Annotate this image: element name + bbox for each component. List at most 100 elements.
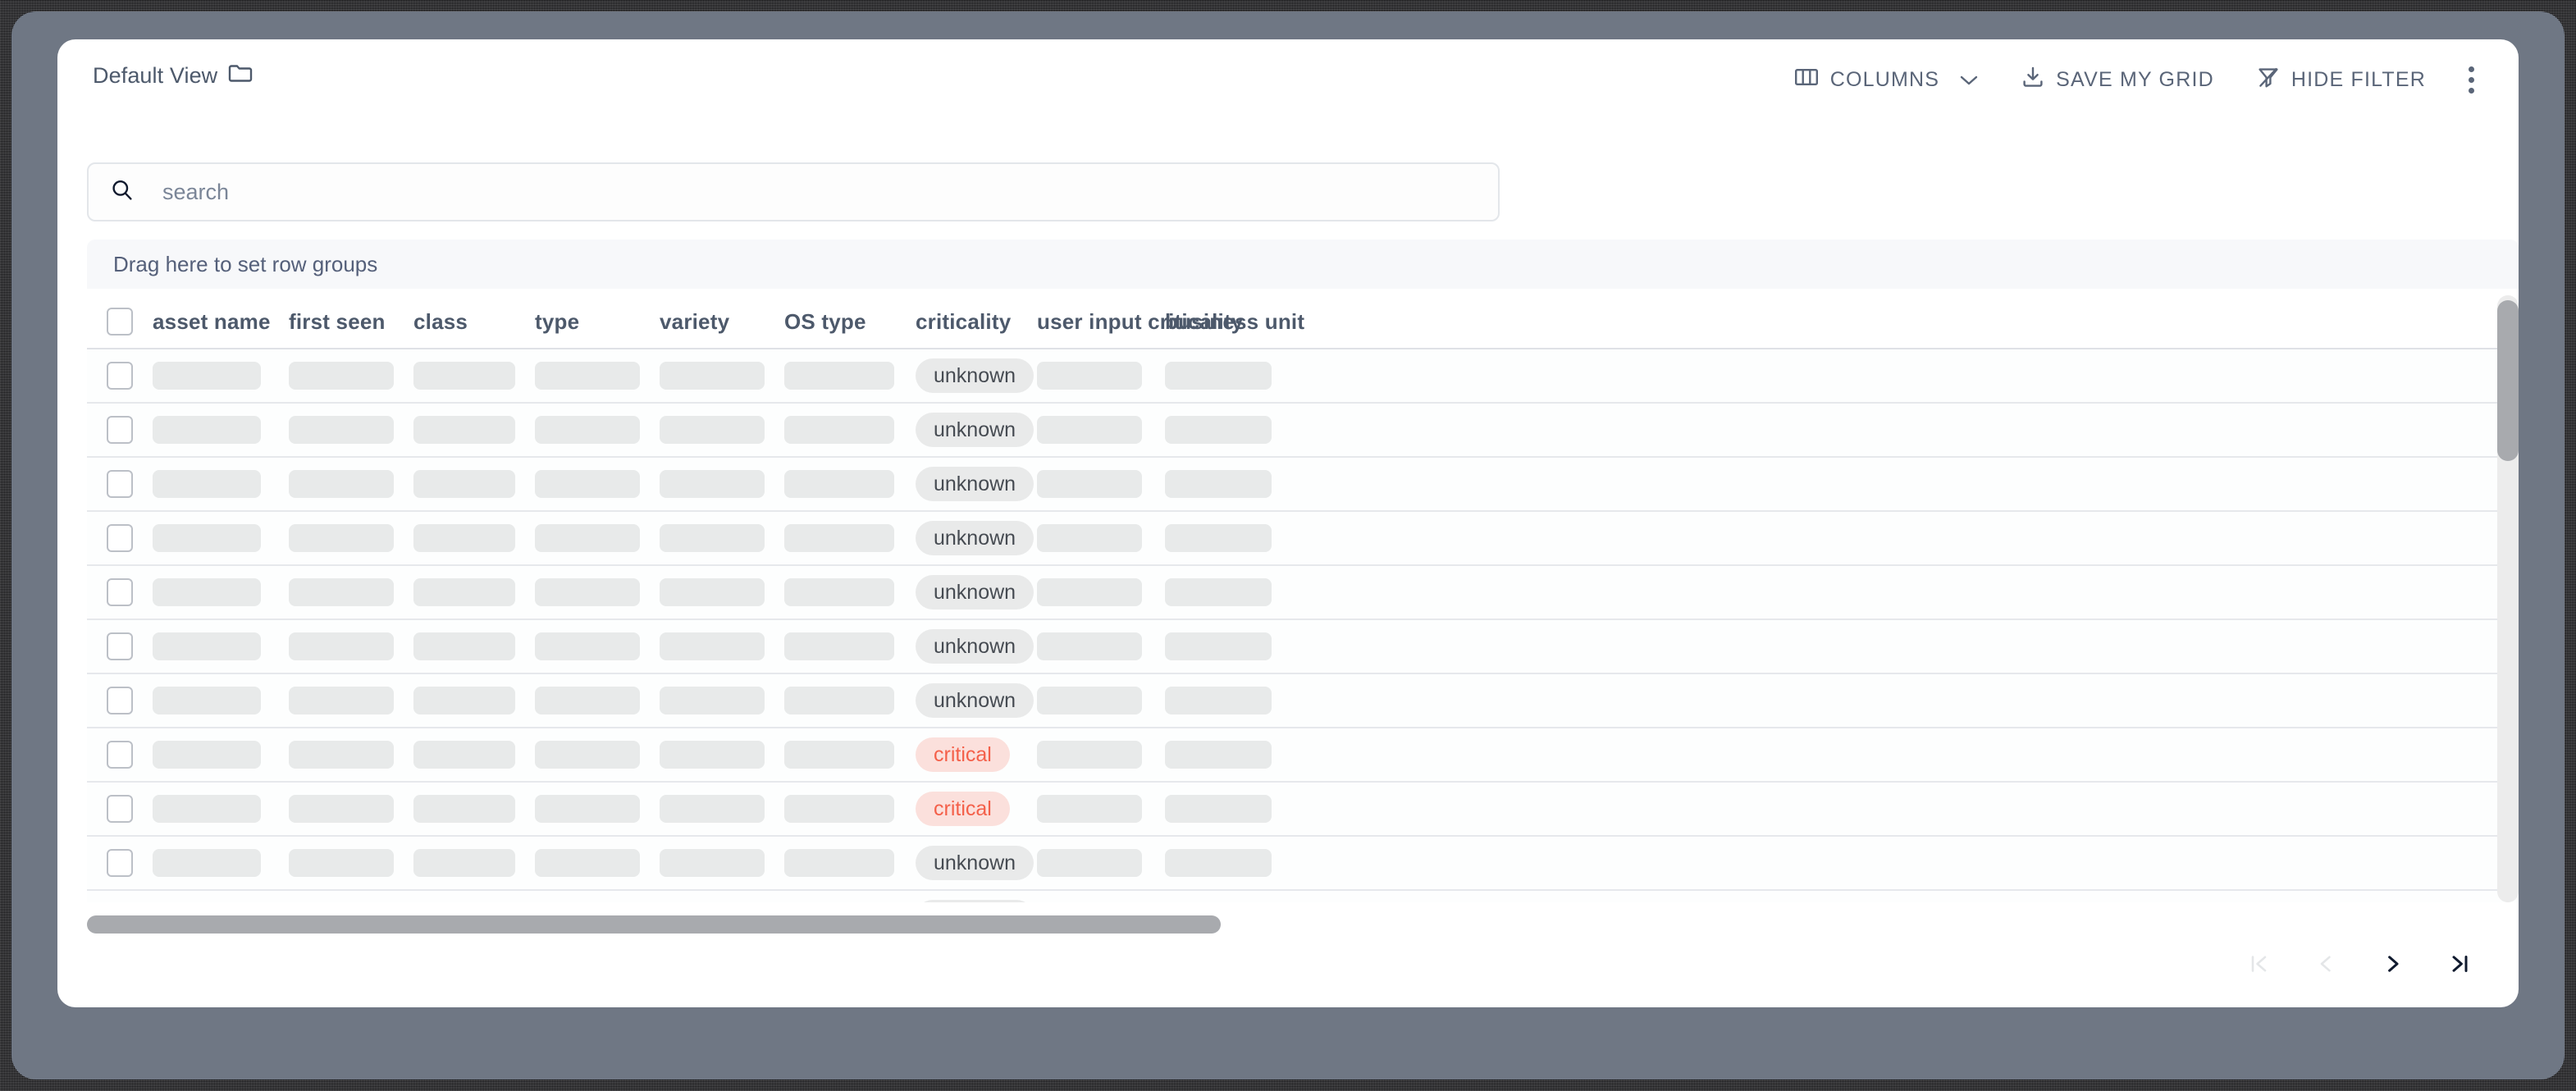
row-select-checkbox[interactable] bbox=[107, 687, 133, 714]
skeleton-placeholder bbox=[289, 632, 394, 660]
skeleton-placeholder bbox=[153, 687, 261, 714]
skeleton-placeholder bbox=[153, 795, 261, 823]
next-page-button[interactable] bbox=[2377, 948, 2409, 979]
cell-select[interactable] bbox=[87, 578, 153, 606]
cell-variety bbox=[660, 687, 784, 714]
column-header-variety[interactable]: variety bbox=[660, 309, 784, 335]
hide-filter-label: HIDE FILTER bbox=[2291, 68, 2426, 91]
cell-type bbox=[535, 362, 660, 390]
column-header-ostype[interactable]: OS type bbox=[784, 309, 916, 335]
pagination-controls bbox=[2243, 948, 2476, 979]
column-header-first[interactable]: first seen bbox=[289, 309, 413, 335]
row-select-checkbox[interactable] bbox=[107, 741, 133, 769]
horizontal-scrollbar-thumb[interactable] bbox=[87, 915, 1221, 934]
cell-select[interactable] bbox=[87, 849, 153, 877]
skeleton-placeholder bbox=[660, 362, 765, 390]
skeleton-placeholder bbox=[289, 687, 394, 714]
cell-variety bbox=[660, 470, 784, 498]
skeleton-placeholder bbox=[1037, 578, 1142, 606]
search-input[interactable] bbox=[162, 164, 1477, 220]
grid-toolbar: Default View COLUMNS SAVE MY GRID HIDE F… bbox=[57, 39, 2519, 115]
column-header-uic[interactable]: user input criticality bbox=[1037, 309, 1243, 335]
table-row[interactable]: unknown bbox=[87, 837, 2519, 891]
cell-uic bbox=[1037, 470, 1165, 498]
table-row[interactable]: unknown bbox=[87, 891, 2519, 902]
cell-select[interactable] bbox=[87, 632, 153, 660]
vertical-scrollbar-thumb[interactable] bbox=[2497, 300, 2519, 461]
cell-class bbox=[413, 362, 535, 390]
skeleton-placeholder bbox=[153, 632, 261, 660]
cell-select[interactable] bbox=[87, 741, 153, 769]
skeleton-placeholder bbox=[660, 849, 765, 877]
skeleton-placeholder bbox=[535, 687, 640, 714]
cell-variety bbox=[660, 795, 784, 823]
row-select-checkbox[interactable] bbox=[107, 416, 133, 444]
skeleton-placeholder bbox=[413, 632, 515, 660]
column-header-asset[interactable]: asset name bbox=[153, 309, 289, 335]
cell-ostype bbox=[784, 362, 916, 390]
cell-select[interactable] bbox=[87, 470, 153, 498]
cell-select[interactable] bbox=[87, 416, 153, 444]
table-row[interactable]: unknown bbox=[87, 674, 2519, 728]
kebab-menu-icon[interactable] bbox=[2447, 60, 2487, 100]
table-row[interactable]: unknown bbox=[87, 566, 2519, 620]
skeleton-placeholder bbox=[784, 632, 894, 660]
skeleton-placeholder bbox=[535, 578, 640, 606]
table-row[interactable]: critical bbox=[87, 783, 2519, 837]
cell-asset bbox=[153, 524, 289, 552]
cell-asset bbox=[153, 632, 289, 660]
first-page-button[interactable] bbox=[2243, 948, 2274, 979]
row-select-checkbox[interactable] bbox=[107, 795, 133, 823]
cell-select[interactable] bbox=[87, 687, 153, 714]
search-box[interactable] bbox=[87, 162, 1500, 221]
criticality-badge: critical bbox=[916, 737, 1010, 772]
table-row[interactable]: unknown bbox=[87, 620, 2519, 674]
column-header-bu[interactable]: business unit bbox=[1165, 309, 1304, 335]
criticality-badge: unknown bbox=[916, 629, 1035, 664]
row-select-checkbox[interactable] bbox=[107, 849, 133, 877]
cell-crit: unknown bbox=[916, 467, 1037, 501]
cell-bu bbox=[1165, 578, 1296, 606]
columns-button[interactable]: COLUMNS bbox=[1773, 60, 2000, 100]
cell-ostype bbox=[784, 795, 916, 823]
cell-first bbox=[289, 416, 413, 444]
cell-select[interactable] bbox=[87, 362, 153, 390]
previous-page-button[interactable] bbox=[2310, 948, 2341, 979]
table-row[interactable]: critical bbox=[87, 728, 2519, 783]
last-page-button[interactable] bbox=[2445, 948, 2476, 979]
table-row[interactable]: unknown bbox=[87, 512, 2519, 566]
row-select-checkbox[interactable] bbox=[107, 578, 133, 606]
column-header-crit[interactable]: criticality bbox=[916, 309, 1037, 335]
hide-filter-button[interactable]: HIDE FILTER bbox=[2236, 59, 2447, 101]
cell-class bbox=[413, 524, 535, 552]
skeleton-placeholder bbox=[1165, 524, 1272, 552]
table-row[interactable]: unknown bbox=[87, 349, 2519, 404]
skeleton-placeholder bbox=[153, 578, 261, 606]
column-header-select[interactable] bbox=[87, 308, 153, 336]
skeleton-placeholder bbox=[784, 578, 894, 606]
cell-first bbox=[289, 524, 413, 552]
select-all-checkbox[interactable] bbox=[107, 308, 133, 336]
column-header-type[interactable]: type bbox=[535, 309, 660, 335]
row-select-checkbox[interactable] bbox=[107, 470, 133, 498]
row-select-checkbox[interactable] bbox=[107, 524, 133, 552]
column-header-class[interactable]: class bbox=[413, 309, 535, 335]
cell-select[interactable] bbox=[87, 524, 153, 552]
row-group-dropzone-label: Drag here to set row groups bbox=[113, 251, 378, 276]
skeleton-placeholder bbox=[1037, 632, 1142, 660]
cell-first bbox=[289, 741, 413, 769]
cell-asset bbox=[153, 578, 289, 606]
criticality-badge: critical bbox=[916, 792, 1010, 826]
table-row[interactable]: unknown bbox=[87, 404, 2519, 458]
skeleton-placeholder bbox=[413, 524, 515, 552]
cell-variety bbox=[660, 741, 784, 769]
cell-select[interactable] bbox=[87, 795, 153, 823]
save-my-grid-button[interactable]: SAVE MY GRID bbox=[2000, 59, 2236, 101]
view-title[interactable]: Default View bbox=[93, 63, 253, 89]
row-group-dropzone[interactable]: Drag here to set row groups bbox=[87, 240, 2519, 289]
row-select-checkbox[interactable] bbox=[107, 632, 133, 660]
table-row[interactable]: unknown bbox=[87, 458, 2519, 512]
row-select-checkbox[interactable] bbox=[107, 362, 133, 390]
cell-class bbox=[413, 578, 535, 606]
skeleton-placeholder bbox=[535, 741, 640, 769]
